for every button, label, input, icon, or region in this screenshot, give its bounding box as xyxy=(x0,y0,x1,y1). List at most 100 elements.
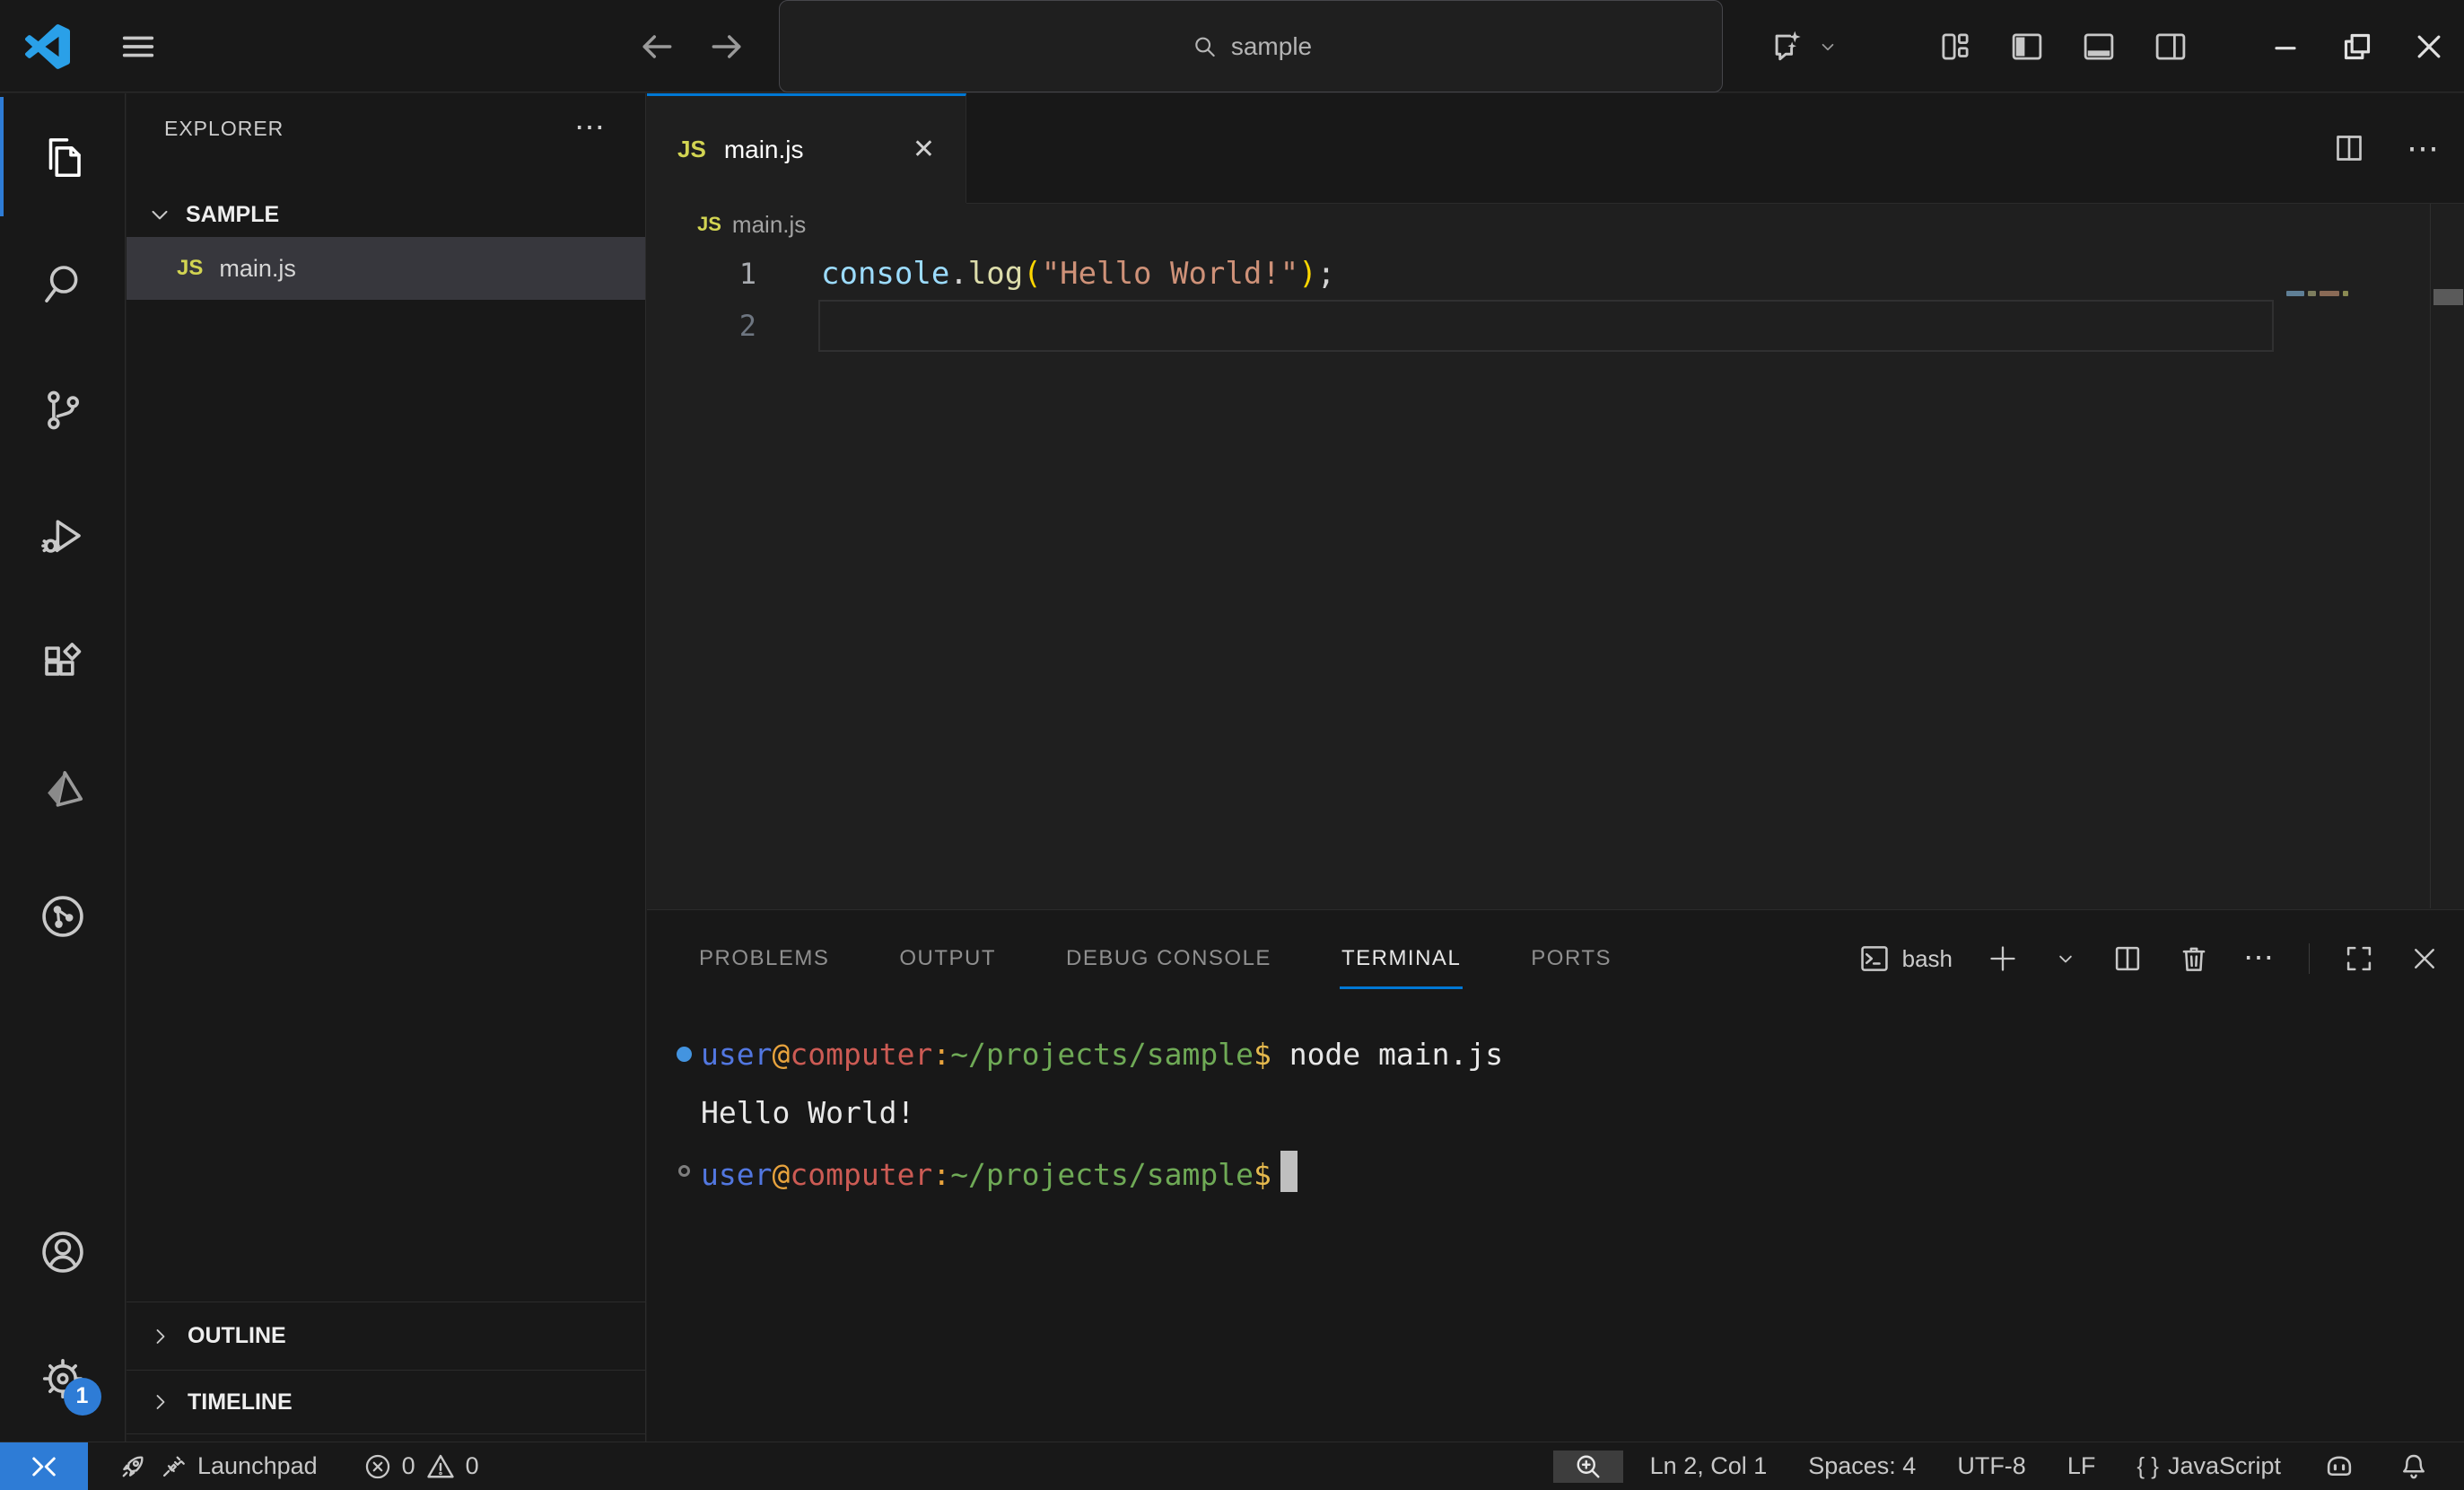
command-decoration-success[interactable] xyxy=(672,1047,695,1062)
explorer-icon[interactable] xyxy=(0,93,125,220)
close-panel-icon[interactable] xyxy=(2408,942,2441,975)
shell-selector[interactable]: bash xyxy=(1857,942,1953,976)
folder-section-sample[interactable]: SAMPLE xyxy=(127,192,645,237)
tab-problems[interactable]: PROBLEMS xyxy=(697,933,831,984)
breadcrumb[interactable]: JS main.js xyxy=(647,203,2464,246)
customize-layout-icon[interactable] xyxy=(1929,14,1981,79)
source-control-icon[interactable] xyxy=(0,346,125,473)
file-item-mainjs[interactable]: JS main.js xyxy=(127,237,645,300)
tab-ports[interactable]: PORTS xyxy=(1529,933,1613,984)
run-debug-icon[interactable] xyxy=(0,473,125,600)
panel-more-icon[interactable]: ⋯ xyxy=(2243,952,2276,965)
timeline-section[interactable]: TIMELINE xyxy=(127,1370,645,1434)
outline-section[interactable]: OUTLINE xyxy=(127,1302,645,1370)
encoding[interactable]: UTF-8 xyxy=(1943,1452,2040,1480)
js-file-icon: JS xyxy=(177,256,203,281)
notifications[interactable] xyxy=(2383,1451,2444,1483)
terminal-line: user@computer:~/projects/sample$ node ma… xyxy=(701,1037,1503,1072)
zoom-indicator[interactable] xyxy=(1553,1451,1623,1483)
back-arrow-icon[interactable] xyxy=(628,0,686,92)
chevron-down-icon xyxy=(146,201,173,228)
launchpad-label: Launchpad xyxy=(197,1452,318,1480)
toggle-panel-icon[interactable] xyxy=(2073,14,2125,79)
braces-icon: { } xyxy=(2136,1452,2159,1480)
code-area[interactable]: 1 console.log("Hello World!"); 2 xyxy=(647,246,2464,352)
command-decoration-none xyxy=(672,1105,695,1120)
shell-label: bash xyxy=(1902,945,1953,973)
terminal-dropdown-icon[interactable] xyxy=(2053,946,2078,971)
file-name: main.js xyxy=(219,255,296,283)
activity-bar: 1 xyxy=(0,93,126,1442)
error-count: 0 xyxy=(402,1452,415,1480)
terminal-line: Hello World! xyxy=(701,1095,914,1130)
rocket-icon xyxy=(117,1451,149,1483)
explorer-more-icon[interactable]: ⋯ xyxy=(574,122,607,135)
search-icon xyxy=(1190,32,1219,61)
tab-debug-console[interactable]: DEBUG CONSOLE xyxy=(1064,933,1273,984)
code-line-1: 1 console.log("Hello World!"); xyxy=(647,248,2464,300)
settings-badge: 1 xyxy=(64,1378,101,1416)
js-file-icon: JS xyxy=(677,136,706,163)
split-editor-icon[interactable] xyxy=(2331,130,2367,166)
bell-icon xyxy=(2398,1451,2430,1483)
new-terminal-icon[interactable] xyxy=(1985,941,2021,977)
minimap[interactable] xyxy=(2286,291,2348,296)
eol-sequence[interactable]: LF xyxy=(2053,1452,2110,1480)
close-window-icon[interactable] xyxy=(2403,14,2455,79)
chevron-right-icon xyxy=(148,1324,173,1349)
command-center-search[interactable]: sample xyxy=(779,0,1723,92)
terminal-icon xyxy=(1857,942,1892,976)
kill-terminal-icon[interactable] xyxy=(2177,942,2211,976)
timeline-label: TIMELINE xyxy=(188,1389,293,1416)
tab-terminal[interactable]: TERMINAL xyxy=(1340,933,1463,984)
minimize-icon[interactable] xyxy=(2259,14,2311,79)
close-tab-icon[interactable]: ✕ xyxy=(913,134,935,165)
indentation[interactable]: Spaces: 4 xyxy=(1794,1452,1930,1480)
toggle-secondary-sidebar-icon[interactable] xyxy=(2145,14,2197,79)
plug-icon xyxy=(158,1451,188,1482)
maximize-panel-icon[interactable] xyxy=(2342,942,2376,976)
split-terminal-icon[interactable] xyxy=(2110,942,2145,976)
copilot-chat-button[interactable] xyxy=(1754,0,1853,92)
node-graph-extension-icon[interactable] xyxy=(0,853,125,979)
settings-gear-icon[interactable]: 1 xyxy=(0,1315,125,1442)
warning-count: 0 xyxy=(466,1452,479,1480)
launchpad-item[interactable]: Launchpad xyxy=(102,1451,332,1483)
terminal[interactable]: user@computer:~/projects/sample$ node ma… xyxy=(647,1007,2464,1200)
chevron-down-icon xyxy=(1816,35,1839,58)
vscode-logo-icon xyxy=(25,0,70,92)
editor-group: JS main.js ✕ ⋯ JS main.js 1 console.log(… xyxy=(647,93,2464,908)
folder-name: SAMPLE xyxy=(186,202,279,228)
tab-label: main.js xyxy=(724,136,804,164)
copilot-icon xyxy=(2322,1450,2356,1484)
editor-scrollbar[interactable] xyxy=(2430,204,2464,908)
error-icon xyxy=(363,1451,393,1482)
menu-icon[interactable] xyxy=(109,0,167,92)
forward-arrow-icon[interactable] xyxy=(698,0,756,92)
search-view-icon[interactable] xyxy=(0,220,125,346)
remote-indicator[interactable] xyxy=(0,1442,88,1490)
scrollbar-slider[interactable] xyxy=(2433,289,2463,305)
breadcrumb-label: main.js xyxy=(732,211,806,239)
divider xyxy=(2309,943,2310,974)
account-icon[interactable] xyxy=(0,1188,125,1315)
command-decoration-pending[interactable] xyxy=(672,1165,695,1177)
editor-more-icon[interactable]: ⋯ xyxy=(2407,142,2442,154)
extensions-icon[interactable] xyxy=(0,600,125,726)
line-number: 1 xyxy=(647,257,756,291)
outline-label: OUTLINE xyxy=(188,1323,286,1349)
restore-window-icon[interactable] xyxy=(2331,14,2383,79)
tab-output[interactable]: OUTPUT xyxy=(897,933,998,984)
copilot-status[interactable] xyxy=(2308,1450,2371,1484)
pyramid-extension-icon[interactable] xyxy=(0,726,125,853)
line-number: 2 xyxy=(647,309,756,343)
problems-status[interactable]: 0 0 xyxy=(348,1451,494,1483)
language-mode[interactable]: { } JavaScript xyxy=(2122,1452,2295,1480)
tab-mainjs[interactable]: JS main.js ✕ xyxy=(647,93,966,203)
cursor-position[interactable]: Ln 2, Col 1 xyxy=(1636,1452,1782,1480)
explorer-sidebar: EXPLORER ⋯ SAMPLE JS main.js OUTLINE TIM… xyxy=(127,93,646,1442)
title-bar: sample xyxy=(0,0,2464,92)
tab-bar: JS main.js ✕ xyxy=(647,93,2464,203)
code-text: console.log("Hello World!"); xyxy=(821,256,1335,292)
toggle-primary-sidebar-icon[interactable] xyxy=(2001,14,2053,79)
